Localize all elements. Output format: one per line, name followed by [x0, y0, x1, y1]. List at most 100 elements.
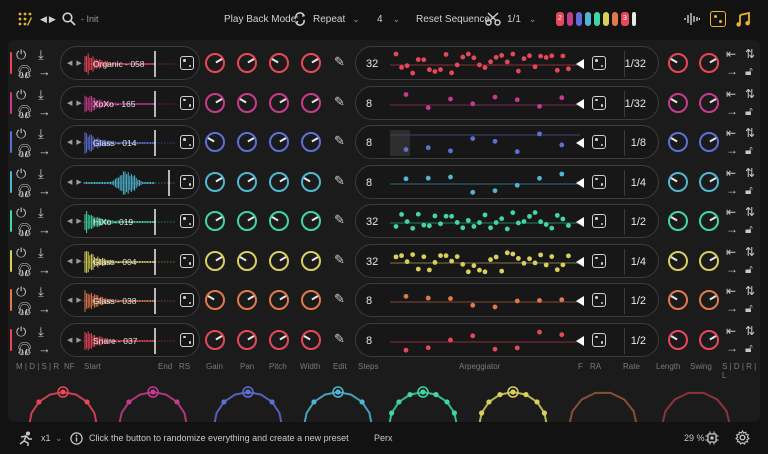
- playback-select[interactable]: Repeat ⌄: [293, 0, 360, 38]
- arpeggiator-slot[interactable]: 8 1/4: [355, 164, 659, 199]
- insert-left-icon[interactable]: ⇤: [726, 47, 736, 61]
- arp-step-dot[interactable]: [432, 213, 438, 219]
- circle-step-dot[interactable]: [60, 389, 66, 395]
- circle-step-dot[interactable]: [478, 410, 485, 416]
- knob-gain[interactable]: [205, 290, 225, 310]
- unlock-icon[interactable]: 🔓︎: [745, 143, 753, 158]
- arp-step-dot[interactable]: [465, 218, 471, 223]
- circle-step-dot[interactable]: [221, 399, 227, 405]
- knob-gain[interactable]: [205, 53, 225, 73]
- knob-length[interactable]: [668, 132, 688, 152]
- arp-step-dot[interactable]: [410, 225, 416, 231]
- download-icon[interactable]: ⤓: [38, 88, 44, 101]
- circle-step-dot[interactable]: [311, 399, 317, 405]
- playback-count-select[interactable]: 4 ⌄: [377, 0, 400, 38]
- arp-step-dot[interactable]: [521, 219, 527, 224]
- settings-gear-icon[interactable]: [735, 429, 750, 447]
- knob-pitch[interactable]: [269, 92, 289, 113]
- edit-pencil-icon[interactable]: ✎: [334, 252, 345, 268]
- arp-step-dot[interactable]: [492, 187, 498, 193]
- arp-step-dot[interactable]: [566, 223, 571, 228]
- arp-step-dot[interactable]: [425, 175, 431, 181]
- knob-pitch[interactable]: [269, 250, 289, 271]
- insert-left-icon[interactable]: ⇤: [726, 166, 736, 180]
- arpeggiator-grid[interactable]: [390, 128, 580, 158]
- arpeggiator-grid[interactable]: [390, 89, 580, 119]
- arp-step-dot[interactable]: [477, 62, 482, 68]
- arp-step-dot[interactable]: [514, 298, 520, 304]
- knob-pitch[interactable]: [269, 132, 289, 152]
- arp-step-dot[interactable]: [492, 346, 498, 352]
- rate-value[interactable]: 1/4: [631, 256, 646, 268]
- circle-step-dot[interactable]: [126, 399, 132, 405]
- arp-step-dot[interactable]: [470, 100, 476, 106]
- arp-step-dot[interactable]: [554, 266, 560, 272]
- arp-step-dot[interactable]: [415, 211, 421, 217]
- dice-icon[interactable]: [180, 95, 194, 110]
- arp-step-dot[interactable]: [443, 252, 449, 258]
- circle-step-dot[interactable]: [84, 399, 90, 405]
- arp-step-dot[interactable]: [514, 149, 520, 155]
- arrow-right-icon[interactable]: →: [38, 65, 51, 78]
- arp-step-dot[interactable]: [549, 225, 555, 231]
- sample-nav-icon[interactable]: ◀ ▶: [67, 59, 83, 67]
- arp-step-dot[interactable]: [404, 63, 410, 69]
- arp-step-dot[interactable]: [471, 223, 477, 229]
- arrow-right-icon[interactable]: →: [38, 263, 51, 276]
- steps-value[interactable]: 8: [366, 295, 372, 307]
- arpeggiator-grid[interactable]: [390, 286, 580, 316]
- circle-step-dot[interactable]: [451, 410, 458, 416]
- arp-step-dot[interactable]: [465, 51, 471, 57]
- dice-icon[interactable]: [710, 11, 726, 27]
- arpeggiator-grid[interactable]: [390, 247, 580, 277]
- circle-step-dot[interactable]: [407, 391, 413, 398]
- knob-swing[interactable]: [699, 171, 719, 192]
- arp-step-dot[interactable]: [404, 258, 410, 264]
- knob-width[interactable]: [301, 250, 321, 271]
- arp-step-dot[interactable]: [549, 253, 555, 259]
- power-icon[interactable]: ⏻: [16, 127, 26, 140]
- track-color-swatch[interactable]: [603, 12, 609, 26]
- arp-step-dot[interactable]: [527, 213, 532, 219]
- sample-slot[interactable]: ◀ ▶ Organic - 058: [60, 46, 200, 80]
- arrow-right-icon[interactable]: →: [726, 301, 738, 315]
- dice-icon[interactable]: [180, 174, 194, 189]
- arp-step-dot[interactable]: [504, 59, 510, 65]
- arrow-right-icon[interactable]: →: [726, 183, 738, 197]
- rate-value[interactable]: 1/2: [631, 216, 646, 228]
- headphones-icon[interactable]: 🎧︎: [16, 223, 33, 236]
- sample-slot[interactable]: ◀ ▶ Snare - 037: [60, 322, 200, 357]
- knob-pan[interactable]: [237, 329, 257, 350]
- edit-pencil-icon[interactable]: ✎: [334, 212, 345, 228]
- arp-step-dot[interactable]: [493, 254, 499, 259]
- circle-sequencer-path[interactable]: [661, 391, 731, 422]
- edit-pencil-icon[interactable]: ✎: [334, 54, 345, 70]
- reset-select[interactable]: 1/1 ⌄: [485, 0, 536, 38]
- arp-step-dot[interactable]: [403, 347, 409, 353]
- headphones-icon[interactable]: 🎧︎: [16, 105, 33, 118]
- arp-step-dot[interactable]: [449, 258, 455, 264]
- knob-gain[interactable]: [205, 329, 225, 350]
- arp-step-dot[interactable]: [537, 329, 542, 335]
- headphones-icon[interactable]: 🎧︎: [16, 65, 33, 78]
- arp-step-dot[interactable]: [504, 249, 510, 255]
- arp-step-dot[interactable]: [454, 62, 460, 68]
- arp-step-dot[interactable]: [425, 295, 431, 301]
- unlock-icon[interactable]: 🔓︎: [745, 262, 753, 277]
- arp-step-dot[interactable]: [460, 225, 466, 231]
- edit-pencil-icon[interactable]: ✎: [334, 331, 345, 347]
- edit-pencil-icon[interactable]: ✎: [334, 133, 345, 149]
- arp-step-dot[interactable]: [515, 68, 521, 74]
- arp-step-dot[interactable]: [438, 67, 443, 72]
- dice-icon[interactable]: [180, 253, 194, 268]
- search-icon[interactable]: [62, 12, 76, 26]
- arrow-right-icon[interactable]: →: [38, 302, 51, 315]
- arp-step-dot[interactable]: [521, 260, 527, 266]
- unlock-icon[interactable]: 🔓︎: [745, 301, 753, 316]
- arp-step-dot[interactable]: [449, 213, 455, 219]
- sample-slot[interactable]: ◀ ▶ Glass - 014: [60, 125, 200, 159]
- dice-icon[interactable]: [180, 293, 194, 307]
- knob-swing[interactable]: [699, 211, 719, 231]
- arp-step-dot[interactable]: [521, 56, 527, 62]
- dice-icon[interactable]: [180, 332, 194, 347]
